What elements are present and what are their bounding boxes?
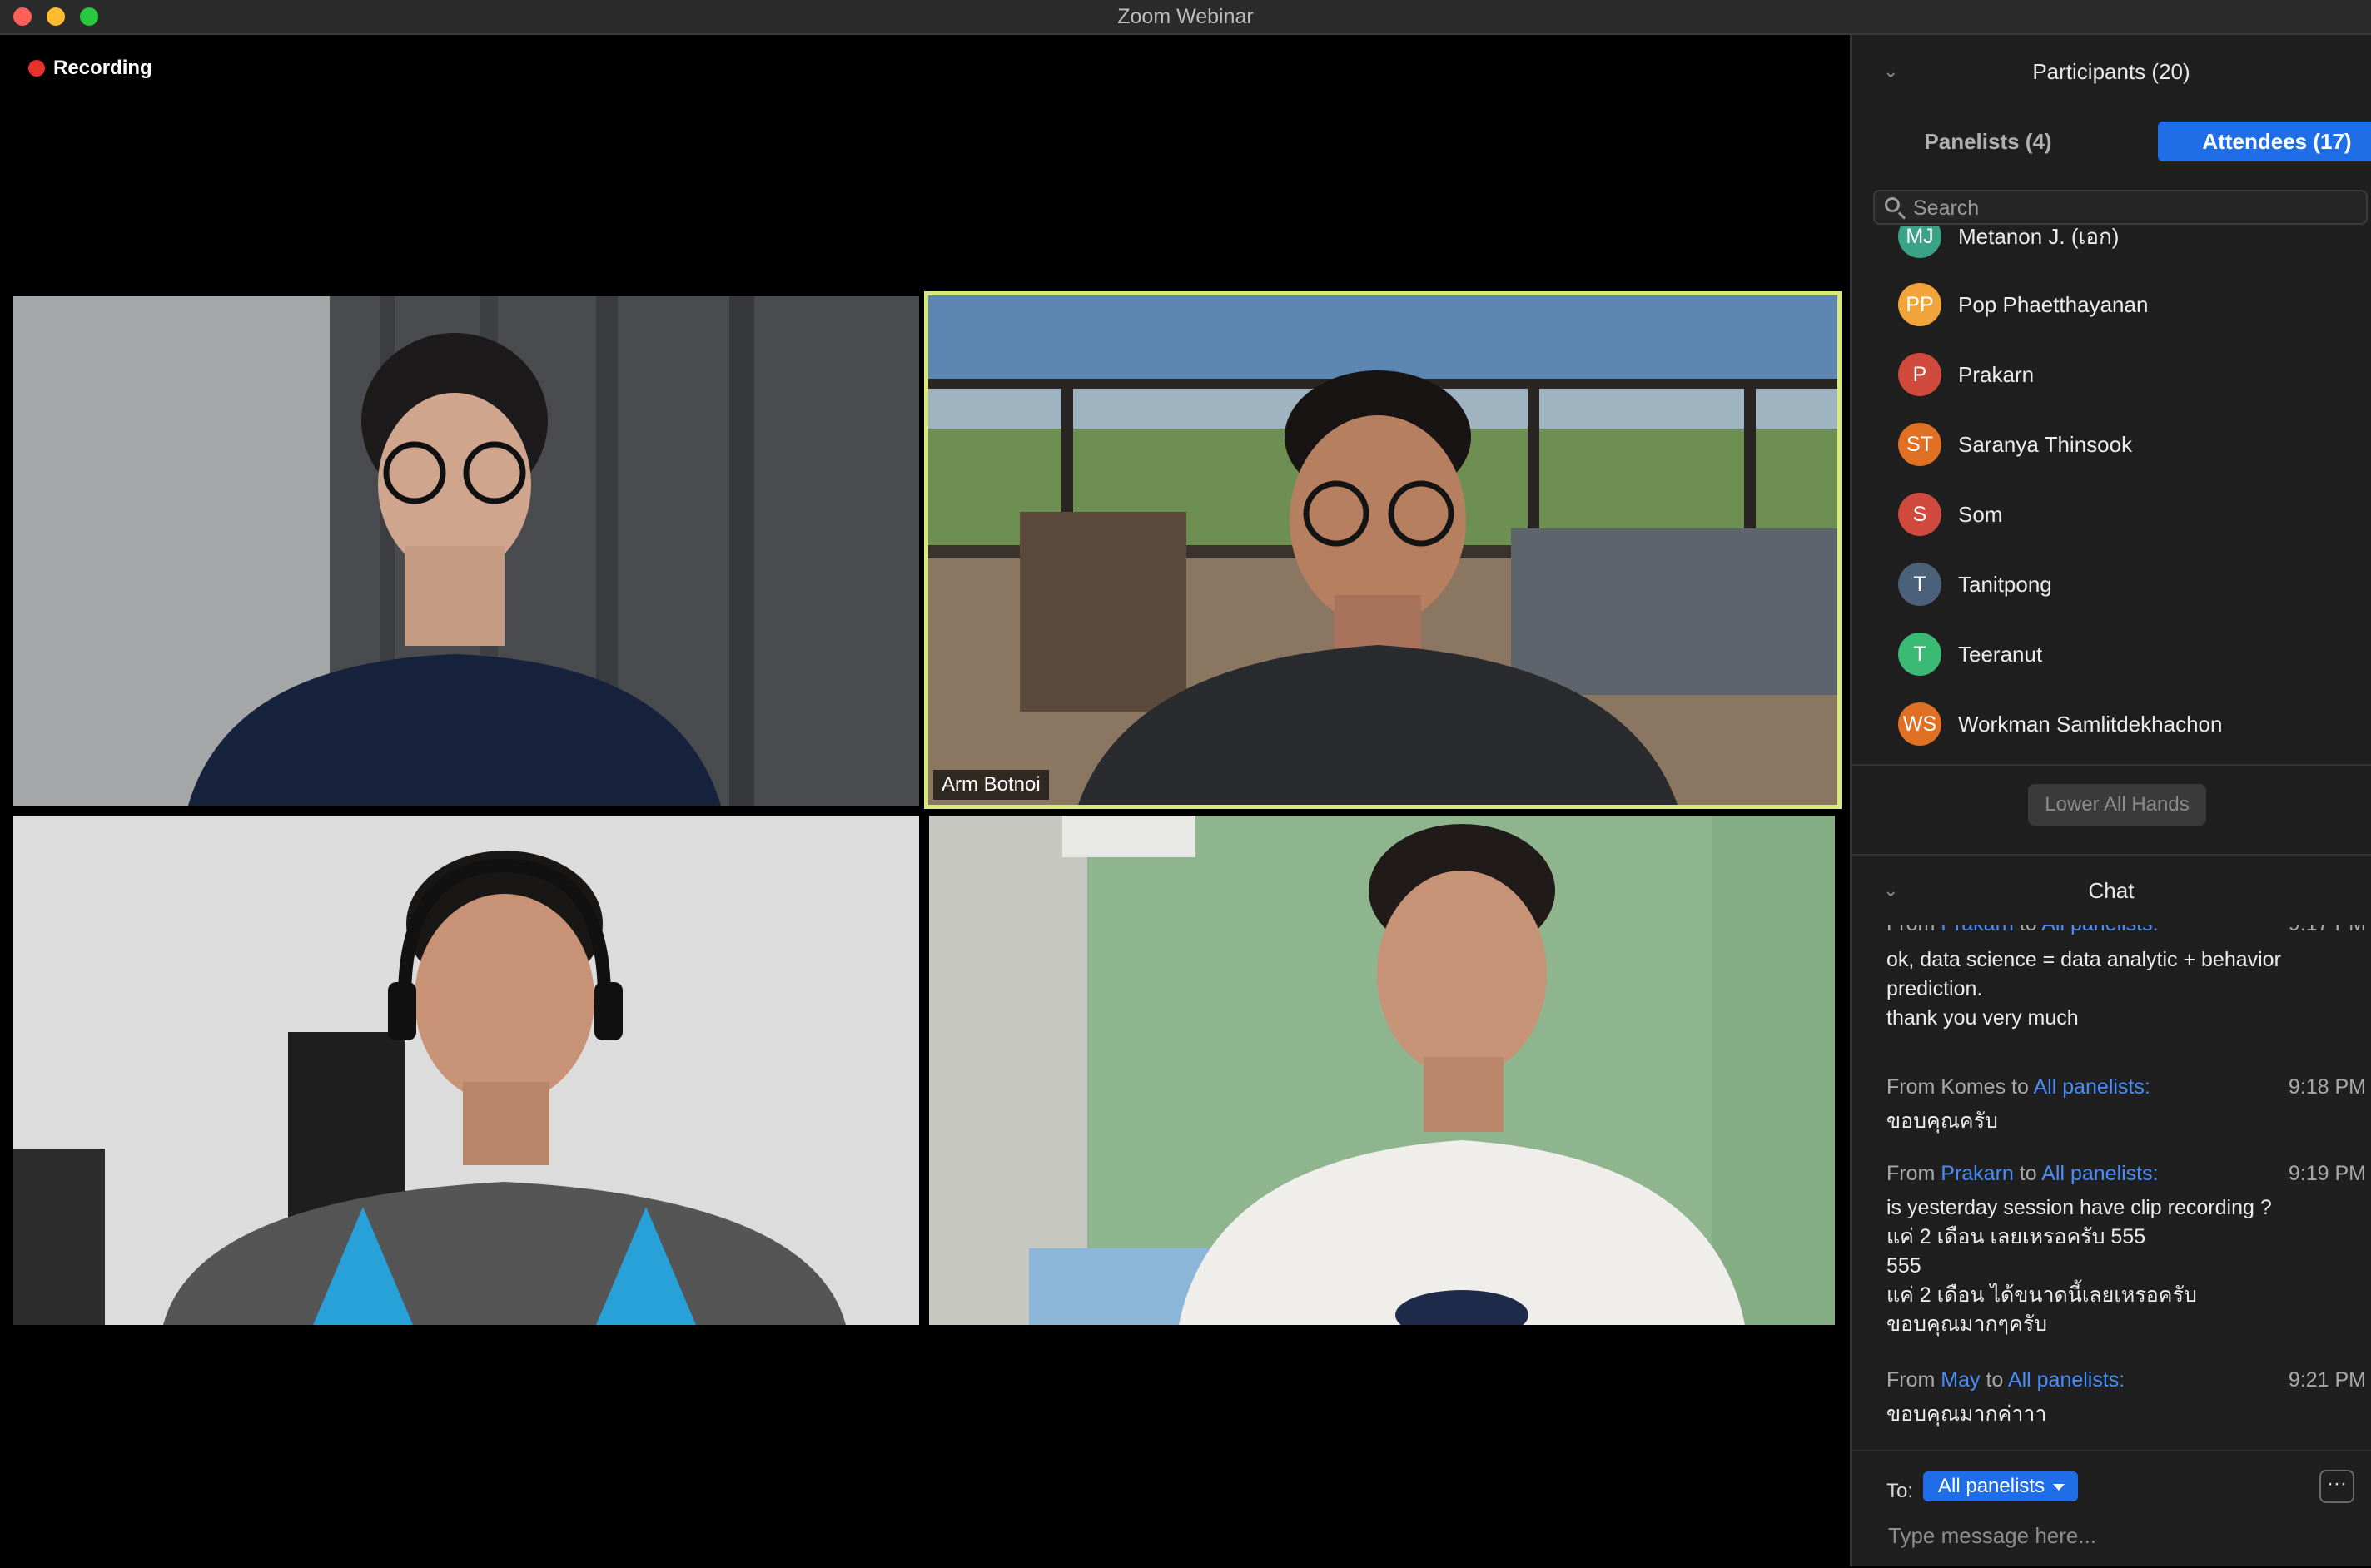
attendee-item[interactable]: ST Saranya Thinsook (1898, 421, 2132, 468)
chat-sender-link[interactable]: May (1941, 1368, 1980, 1392)
avatar: T (1898, 633, 1941, 676)
chat-message-text: ขอบคุณครับ (1886, 1109, 1998, 1133)
attendee-item[interactable]: PP Pop Phaetthayanan (1898, 281, 2148, 328)
recording-indicator[interactable]: Recording (28, 57, 152, 80)
chat-message-input[interactable] (1886, 1518, 2356, 1553)
chat-message-sender-line: From Komes to All panelists: (1886, 1075, 2150, 1099)
attendee-item[interactable]: T Teeranut (1898, 631, 2042, 677)
divider (1852, 764, 2371, 766)
attendee-name: Saranya Thinsook (1958, 431, 2133, 457)
video-feed-3 (13, 816, 919, 1325)
lower-all-hands-button[interactable]: Lower All Hands (2028, 784, 2206, 826)
chat-title: Chat (2088, 878, 2135, 903)
attendee-item[interactable]: P Prakarn (1898, 351, 2034, 398)
chat-sender-link[interactable]: Komes (1941, 1075, 2006, 1099)
attendee-name: Teeranut (1958, 641, 2043, 667)
attendee-name: Pop Phaetthayanan (1958, 291, 2149, 317)
attendee-name: Metanon J. (เอก) (1958, 226, 2120, 249)
active-speaker-name-tag: Arm Botnoi (933, 770, 1049, 800)
chat-recipient-link[interactable]: All panelists: (2033, 1075, 2150, 1099)
divider (1852, 854, 2371, 856)
attendee-list: MJ Metanon J. (เอก) PP Pop Phaetthayanan… (1852, 226, 2371, 797)
avatar: PP (1898, 283, 1941, 326)
avatar: P (1898, 353, 1941, 396)
chat-messages: From Prakarn to All panelists: 9:17 PM o… (1852, 925, 2371, 1458)
chat-message-text: ok, data science = data analytic + behav… (1886, 948, 2281, 1030)
chat-message-text: is yesterday session have clip recording… (1886, 1196, 2272, 1336)
video-tile-3[interactable] (13, 816, 919, 1325)
attendee-name: Prakarn (1958, 361, 2035, 387)
chat-more-options-button[interactable]: ··· (2319, 1470, 2354, 1503)
chat-recipient-dropdown[interactable]: All panelists (1923, 1471, 2079, 1501)
video-feed-4 (929, 816, 1835, 1325)
chat-header: ⌄ Chat (1852, 866, 2371, 915)
attendee-item[interactable]: S Som (1898, 491, 2002, 538)
recording-dot-icon (28, 60, 45, 77)
participants-header: ⌄ Participants (20) (1852, 47, 2371, 97)
search-icon (1885, 197, 1900, 212)
avatar: WS (1898, 702, 1941, 746)
chat-timestamp: 9:17 PM (2289, 925, 2366, 936)
chat-recipient-link[interactable]: All panelists: (2041, 1162, 2158, 1185)
chat-message-sender-line: From Prakarn to All panelists: (1886, 925, 2159, 936)
video-tile-active-speaker[interactable]: Arm Botnoi (924, 291, 1842, 809)
chat-message-sender-line: From May to All panelists: (1886, 1368, 2125, 1392)
recording-label: Recording (53, 57, 152, 79)
tab-attendees[interactable]: Attendees (17) (2158, 122, 2371, 161)
participant-search[interactable] (1873, 190, 2368, 225)
chat-timestamp: 9:18 PM (2288, 1075, 2366, 1099)
chat-recipient-link[interactable]: All panelists: (2041, 925, 2158, 935)
title-bar: Zoom Webinar (0, 0, 2371, 35)
attendee-item[interactable]: T Tanitpong (1898, 561, 2052, 608)
attendee-name: Workman Samlitdekhachon (1958, 711, 2223, 737)
video-tile-1[interactable] (13, 296, 919, 806)
chat-to-label: To: (1886, 1480, 1914, 1502)
side-panel: ⌄ Participants (20) Panelists (4) Attend… (1850, 35, 2371, 1566)
window-title: Zoom Webinar (1117, 5, 1254, 28)
chat-message-text: ขอบคุณมากค่าาา (1886, 1402, 2047, 1426)
collapse-participants-chevron-icon[interactable]: ⌄ (1883, 47, 1898, 97)
participants-tabs: Panelists (4) Attendees (17) (1875, 122, 2371, 161)
attendee-item[interactable]: WS Workman Samlitdekhachon (1898, 701, 2222, 747)
chat-timestamp: 9:19 PM (2288, 1162, 2366, 1185)
avatar: T (1898, 563, 1941, 606)
video-feed-1 (13, 296, 919, 806)
chat-sender-link[interactable]: Prakarn (1941, 925, 2014, 935)
avatar: ST (1898, 423, 1941, 466)
tab-panelists[interactable]: Panelists (4) (1875, 122, 2101, 161)
avatar: MJ (1898, 226, 1941, 258)
video-stage: Recording Arm Botnoi (0, 35, 1850, 1566)
chat-sender-link[interactable]: Prakarn (1941, 1162, 2014, 1185)
avatar: S (1898, 493, 1941, 536)
participants-title: Participants (20) (2032, 59, 2190, 84)
attendee-item[interactable]: MJ Metanon J. (เอก) (1898, 226, 2119, 260)
chat-message-sender-line: From Prakarn to All panelists: (1886, 1162, 2159, 1185)
video-tile-4[interactable] (929, 816, 1835, 1325)
chat-timestamp: 9:21 PM (2288, 1368, 2366, 1392)
collapse-chat-chevron-icon[interactable]: ⌄ (1883, 866, 1898, 915)
attendee-name: Som (1958, 501, 2003, 527)
chat-recipient-link[interactable]: All panelists: (2008, 1368, 2125, 1392)
video-feed-2 (928, 295, 1837, 805)
chat-compose: To: All panelists ··· (1852, 1450, 2371, 1568)
participant-search-input[interactable] (1911, 195, 2364, 221)
attendee-name: Tanitpong (1958, 571, 2052, 597)
